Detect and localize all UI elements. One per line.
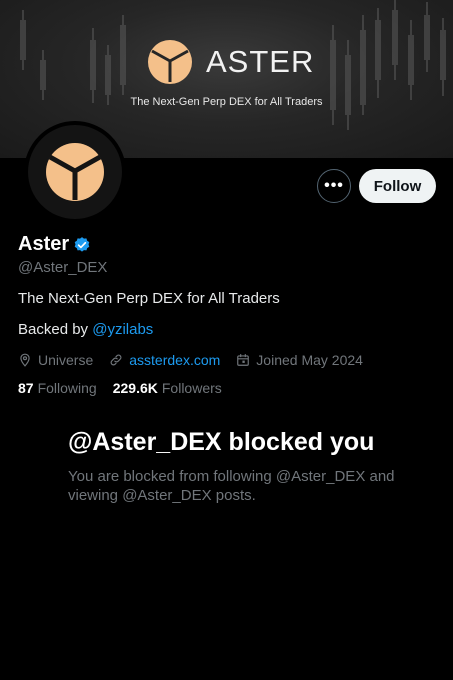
verified-badge-icon	[74, 236, 90, 252]
following-count: 87	[18, 380, 34, 396]
location-icon	[20, 353, 30, 367]
backed-by-line: Backed by @yzilabs	[18, 321, 153, 338]
calendar-icon	[237, 354, 250, 366]
followers-label: Followers	[161, 380, 222, 396]
user-handle: @Aster_DEX	[18, 259, 108, 276]
joined-item: Joined May 2024	[236, 352, 363, 368]
profile-bio: The Next-Gen Perp DEX for All Traders	[18, 290, 280, 307]
follow-button[interactable]: Follow	[359, 169, 436, 203]
more-options-button[interactable]: •••	[317, 169, 351, 203]
followers-count: 229.6K	[112, 380, 158, 396]
joined-text: Joined May 2024	[256, 352, 363, 368]
display-name: Aster	[18, 233, 70, 255]
follow-stats: 87 Following 229.6K Followers	[18, 380, 238, 396]
location-item: Universe	[18, 352, 93, 368]
brand-name: ASTER	[206, 44, 315, 79]
avatar[interactable]	[24, 121, 126, 223]
backed-by-prefix: Backed by	[18, 321, 93, 338]
aster-logo-icon	[148, 40, 192, 84]
following-stat[interactable]: 87 Following	[18, 380, 97, 396]
mention-link[interactable]: @yzilabs	[92, 321, 153, 338]
profile-meta: Universe assterdex.com Joined May 2024	[18, 352, 379, 368]
banner-tagline: The Next-Gen Perp DEX for All Traders	[130, 96, 323, 108]
following-label: Following	[37, 380, 97, 396]
blocked-description: You are blocked from following @Aster_DE…	[68, 468, 395, 504]
website-item[interactable]: assterdex.com	[109, 352, 220, 368]
location-text: Universe	[38, 352, 94, 368]
display-name-row: Aster	[18, 233, 91, 256]
blocked-title: @Aster_DEX blocked you	[68, 428, 375, 456]
link-icon	[110, 354, 122, 366]
aster-avatar-logo-icon	[46, 143, 104, 201]
followers-stat[interactable]: 229.6K Followers	[113, 380, 222, 396]
brand-lockup: ASTER	[148, 40, 314, 84]
website-link[interactable]: assterdex.com	[129, 352, 220, 368]
